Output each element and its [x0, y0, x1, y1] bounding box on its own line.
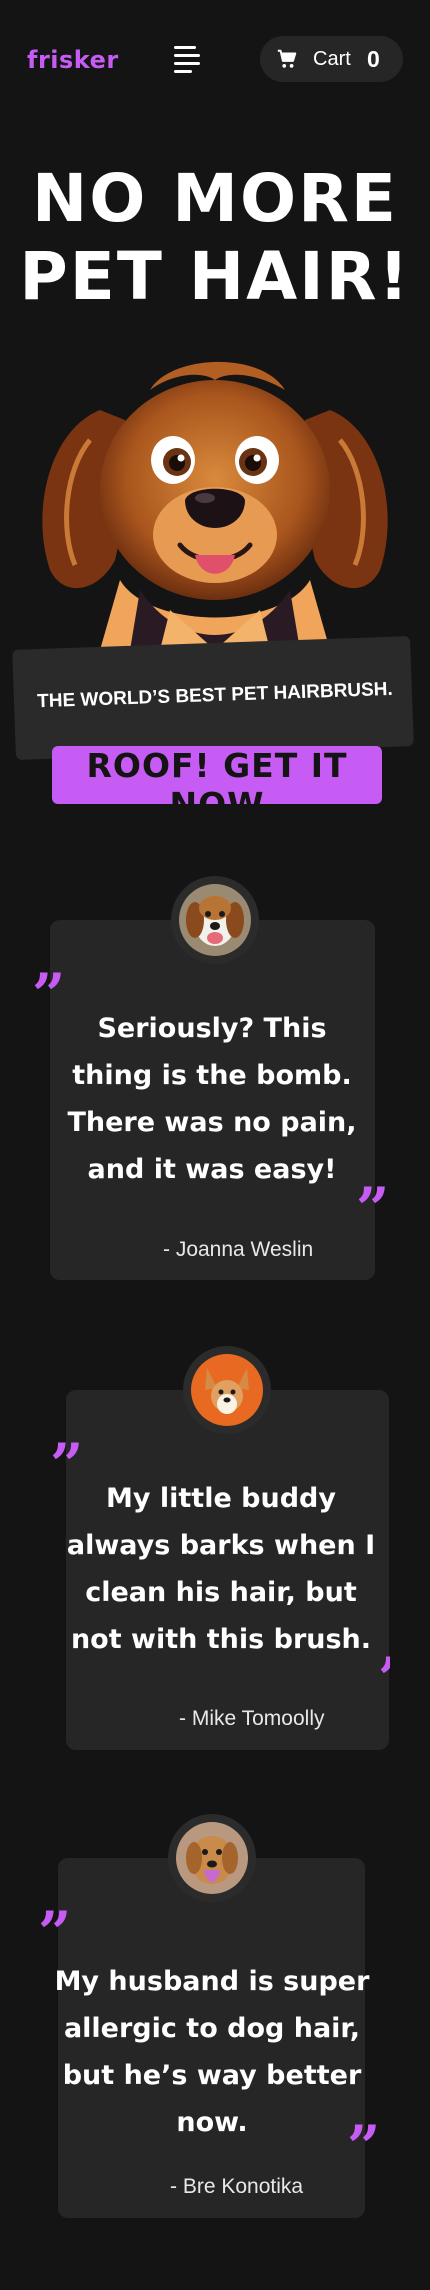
open-quote-mark-1: ” [32, 961, 66, 1029]
avatar-golden-retriever [168, 1814, 256, 1902]
hero-title-line1: NO MORE [31, 160, 398, 237]
top-nav: frisker Cart 0 [0, 0, 430, 120]
cartoon-dog-illustration [42, 361, 388, 650]
beagle-avatar-image [179, 884, 251, 956]
testimonial-author-3: - Bre Konotika [170, 2175, 304, 2198]
hero-title: NO MORE PET HAIR! [0, 160, 430, 316]
close-quote-mark-3: ” [347, 2113, 381, 2181]
close-quote-mark-2: ” [378, 1650, 390, 1708]
corgi-avatar-image [191, 1354, 263, 1426]
hero-title-line2: PET HAIR! [19, 238, 411, 315]
testimonial-author-2: - Mike Tomoolly [179, 1707, 325, 1730]
cart-count-badge: 0 [367, 46, 380, 72]
cart-button[interactable]: Cart 0 [260, 36, 403, 82]
open-quote-mark-3: ” [38, 1899, 72, 1967]
get-it-now-button[interactable]: ROOF! GET IT NOW [52, 746, 382, 824]
testimonial-quote-2: My little buddy always barks when I clea… [66, 1483, 376, 1655]
testimonial-author-1: - Joanna Weslin [163, 1238, 314, 1261]
avatar-corgi [183, 1346, 271, 1434]
brand-logo[interactable]: frisker [27, 46, 119, 74]
hamburger-menu-icon[interactable] [174, 46, 200, 73]
cart-label: Cart [313, 48, 351, 70]
close-quote-mark-1: ” [356, 1175, 390, 1243]
testimonial-quote-3: My husband is super allergic to dog hair… [54, 1966, 370, 2138]
avatar-beagle [171, 876, 259, 964]
testimonial-quote-1: Seriously? This thing is the bomb. There… [67, 1013, 357, 1185]
shopping-cart-icon [277, 49, 297, 68]
golden-retriever-avatar-image [176, 1822, 248, 1894]
